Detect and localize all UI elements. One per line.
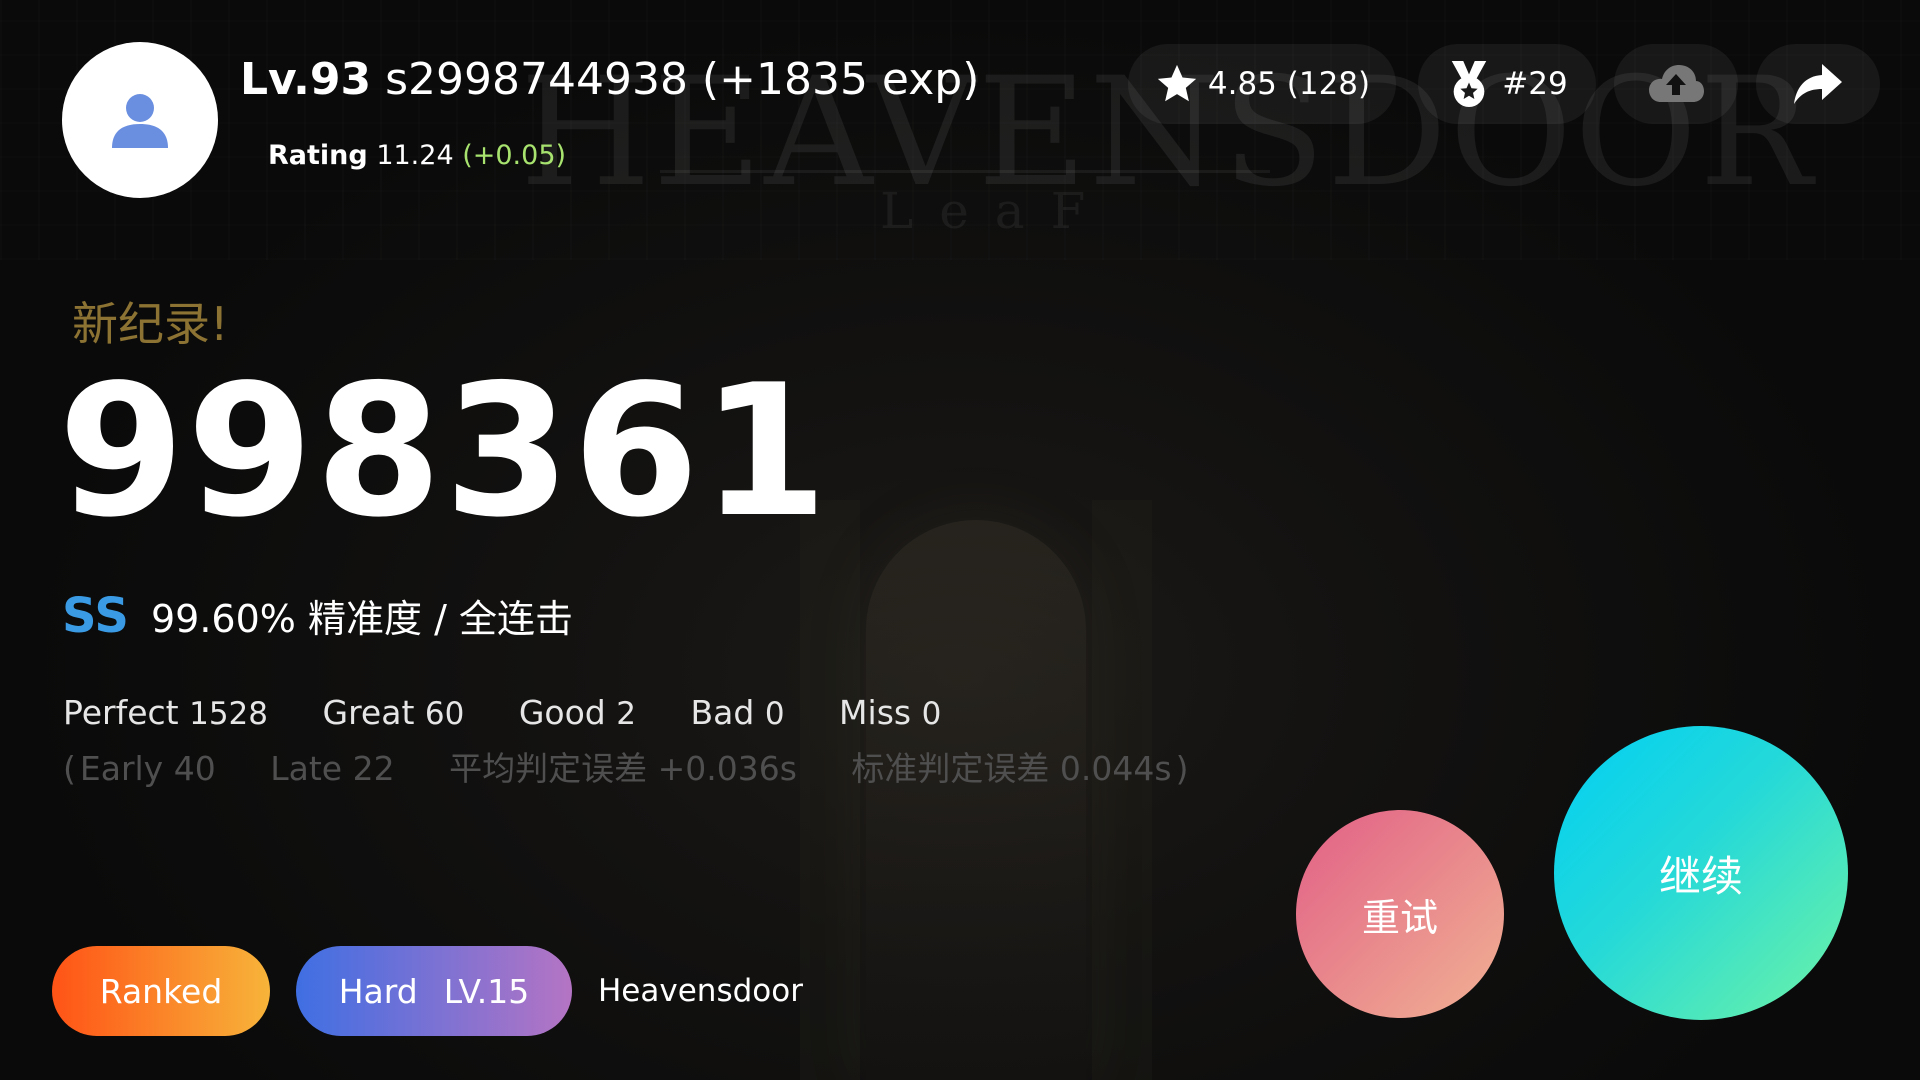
judge-good-label: Good bbox=[518, 693, 606, 732]
star-icon bbox=[1157, 64, 1197, 102]
judge-perfect: Perfect 1528 bbox=[63, 693, 268, 732]
late-count: 22 bbox=[352, 749, 395, 788]
player-name-exp: s2998744938 (+1835 exp) bbox=[385, 54, 980, 105]
combo-status: 全连击 bbox=[459, 597, 574, 641]
judge-good-count: 2 bbox=[616, 696, 636, 732]
early-label: Early bbox=[79, 749, 164, 788]
retry-button[interactable]: 重试 bbox=[1296, 810, 1504, 1018]
background-pillar bbox=[1092, 500, 1152, 1080]
std-offset-value: 0.044s bbox=[1059, 749, 1172, 788]
judge-bad-count: 0 bbox=[764, 696, 785, 732]
chart-rating-value: 4.85 (128) bbox=[1207, 66, 1371, 102]
rating-delta: (+0.05) bbox=[462, 140, 567, 171]
judge-perfect-count: 1528 bbox=[189, 696, 269, 732]
grade-line: SS 99.60% 精准度 / 全连击 bbox=[62, 588, 573, 644]
rating-value: 11.24 bbox=[376, 140, 454, 171]
song-title: Heavensdoor bbox=[598, 973, 803, 1009]
timing-details: (Early 40 Late 22 平均判定误差 +0.036s 标准判定误差 … bbox=[63, 742, 1188, 790]
background-divider bbox=[660, 170, 1270, 173]
cloud-upload-icon bbox=[1649, 65, 1704, 102]
background-pillar bbox=[800, 500, 860, 1080]
mode-badge: Ranked bbox=[52, 946, 270, 1036]
judge-great-label: Great bbox=[322, 693, 415, 732]
upload-button[interactable] bbox=[1614, 44, 1738, 124]
judge-great: Great 60 bbox=[323, 693, 465, 732]
medal-icon bbox=[1452, 61, 1487, 107]
chart-rating-button[interactable]: 4.85 (128) bbox=[1128, 44, 1396, 124]
background-artist: LeaF bbox=[880, 182, 1112, 240]
continue-button[interactable]: 继续 bbox=[1554, 726, 1848, 1020]
continue-label: 继续 bbox=[1658, 851, 1743, 901]
accuracy-label: 精准度 bbox=[307, 597, 422, 641]
timing-close-paren: ) bbox=[1175, 749, 1189, 788]
mean-offset-stat: 平均判定误差 +0.036s bbox=[449, 749, 797, 788]
background-door bbox=[866, 520, 1086, 1080]
judge-good: Good 2 bbox=[519, 693, 636, 732]
avatar[interactable] bbox=[62, 42, 218, 198]
player-info: Lv.93 s2998744938 (+1835 exp) bbox=[240, 54, 979, 105]
retry-label: 重试 bbox=[1361, 895, 1438, 940]
judge-great-count: 60 bbox=[424, 696, 465, 732]
difficulty-level: LV.15 bbox=[443, 971, 530, 1011]
mean-offset-label: 平均判定误差 bbox=[449, 749, 648, 788]
player-level: Lv.93 bbox=[240, 54, 372, 105]
late-label: Late bbox=[270, 749, 343, 788]
early-stat: Early 40 bbox=[80, 749, 216, 788]
judgement-counts: Perfect 1528 Great 60 Good 2 Bad 0 Miss … bbox=[63, 693, 985, 732]
share-icon bbox=[1794, 64, 1842, 104]
grade: SS bbox=[62, 588, 129, 644]
judge-miss-count: 0 bbox=[921, 696, 942, 732]
judge-bad-label: Bad bbox=[690, 693, 755, 732]
judge-miss-label: Miss bbox=[839, 693, 912, 732]
accuracy-value: 99.60% bbox=[150, 597, 296, 641]
player-rating: Rating 11.24 (+0.05) bbox=[268, 140, 566, 171]
rank-button[interactable]: #29 bbox=[1418, 44, 1596, 124]
separator: / bbox=[434, 597, 447, 641]
rank-value: #29 bbox=[1502, 66, 1568, 102]
mean-offset-value: +0.036s bbox=[657, 749, 797, 788]
judge-miss: Miss 0 bbox=[839, 693, 941, 732]
judge-perfect-label: Perfect bbox=[63, 693, 179, 732]
score: 998361 bbox=[58, 345, 830, 557]
std-offset-label: 标准判定误差 bbox=[851, 749, 1050, 788]
late-stat: Late 22 bbox=[270, 749, 394, 788]
judge-bad: Bad 0 bbox=[691, 693, 785, 732]
share-button[interactable] bbox=[1756, 44, 1880, 124]
user-icon bbox=[112, 94, 168, 148]
rating-label: Rating bbox=[268, 140, 368, 171]
difficulty-badge: Hard LV.15 bbox=[296, 946, 572, 1036]
timing-open-paren: ( bbox=[63, 749, 76, 788]
early-count: 40 bbox=[173, 749, 216, 788]
std-offset-stat: 标准判定误差 0.044s bbox=[851, 749, 1171, 788]
mode-label: Ranked bbox=[99, 971, 223, 1011]
difficulty-label: Hard bbox=[338, 971, 418, 1011]
